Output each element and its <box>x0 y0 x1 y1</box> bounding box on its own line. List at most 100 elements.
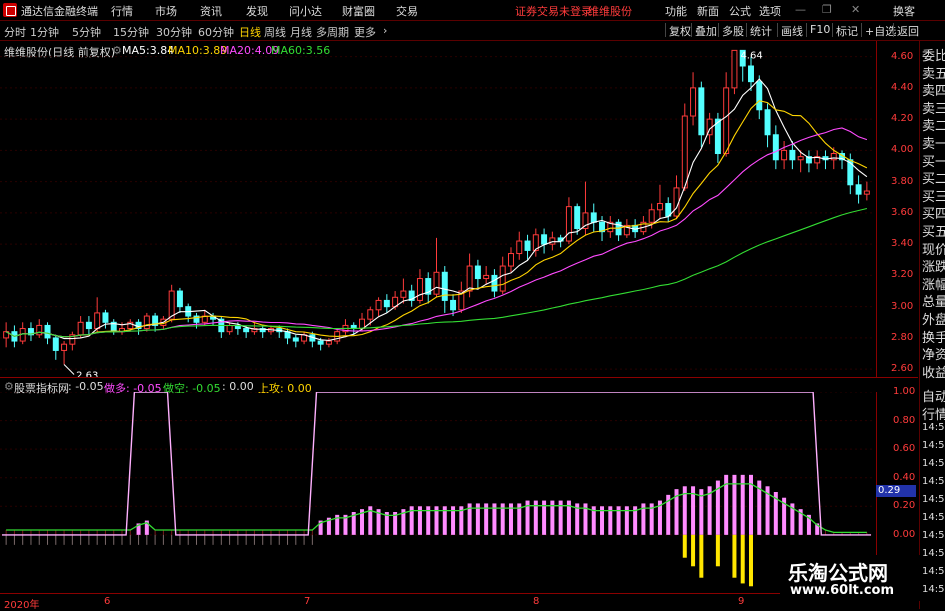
candle-body <box>863 190 870 195</box>
watermark-url: www.60lt.com <box>790 583 895 598</box>
indicator-yellow-bar <box>682 534 687 558</box>
switch-account[interactable]: 换客 <box>893 3 915 19</box>
price-tick-label: 2.80 <box>891 331 914 343</box>
menu-function[interactable]: 功能 <box>665 3 687 19</box>
toolbar-stats[interactable]: 统计 <box>746 23 775 38</box>
quote-field-label: 净资 <box>922 348 945 364</box>
candle-body <box>764 109 771 136</box>
indicator-tick-label: 0.80 <box>893 414 916 426</box>
candle-body <box>656 203 663 211</box>
tick-time-label[interactable]: 行情 <box>922 404 945 423</box>
price-tick-label: 4.40 <box>891 81 914 93</box>
menu-quotes[interactable]: 行情 <box>111 3 133 19</box>
candle-body <box>830 153 837 161</box>
candle-body <box>541 234 548 245</box>
period-multi[interactable]: 多周期 <box>316 24 349 40</box>
close-icon[interactable]: ✕ <box>851 3 860 16</box>
restore-icon[interactable]: ❐ <box>822 3 832 16</box>
menu-ask[interactable]: 问小达 <box>289 3 322 19</box>
candle-body <box>61 343 68 351</box>
candle-body <box>474 265 481 280</box>
candle-body <box>143 315 150 330</box>
chevron-right-icon[interactable]: › <box>383 24 387 37</box>
app-title: 通达信金融终端 <box>21 5 98 18</box>
menu-new-page[interactable]: 新面 <box>697 3 719 19</box>
tick-time-label: 14:50 <box>922 494 945 505</box>
period-intraday[interactable]: 分时 <box>4 24 26 40</box>
indicator-chart[interactable] <box>0 392 875 592</box>
candle-body <box>317 340 324 345</box>
candle-body <box>441 271 448 301</box>
quote-field-label: 卖二 <box>922 119 945 135</box>
period-daily[interactable]: 日线 <box>239 24 261 40</box>
period-monthly[interactable]: 月线 <box>290 24 312 40</box>
quote-field-label: 卖一 <box>922 137 945 152</box>
indicator-value-marker: 0.29 <box>876 485 916 497</box>
candle-body <box>789 149 796 161</box>
quote-field-label: 收益 <box>922 365 945 381</box>
candle-body <box>756 81 763 111</box>
price-tick-label: 4.60 <box>891 50 914 62</box>
toolbar-back[interactable]: 返回 <box>893 23 922 38</box>
menu-options[interactable]: 选项 <box>759 3 781 19</box>
indicator-yellow-bar <box>732 534 737 578</box>
menu-formula[interactable]: 公式 <box>729 3 751 19</box>
toolbar-f10[interactable]: F10 <box>806 23 833 37</box>
candle-body <box>590 212 597 223</box>
indicator-tick-label: 1.00 <box>893 386 916 397</box>
candle-body <box>781 149 788 161</box>
candle-body <box>681 115 688 189</box>
menu-discover[interactable]: 发现 <box>246 3 268 19</box>
indicator-tick-label: 0.60 <box>893 443 916 455</box>
date-label: 9 <box>738 596 745 607</box>
period-30min[interactable]: 30分钟 <box>156 24 192 40</box>
price-tick-label: 3.80 <box>891 175 914 187</box>
candle-body <box>400 290 407 298</box>
toolbar-multi-stock[interactable]: 多股 <box>718 23 747 38</box>
menu-trade[interactable]: 交易 <box>396 3 418 19</box>
menu-wealth[interactable]: 财富圈 <box>342 3 375 19</box>
candle-body <box>731 49 738 89</box>
price-tick-label: 3.00 <box>891 300 914 312</box>
login-alert[interactable]: 证券交易未登录 <box>515 3 592 19</box>
tick-time-label: 14:50 <box>922 512 945 523</box>
toolbar-draw[interactable]: 画线 <box>777 23 806 38</box>
quote-field-label: 卖三 <box>922 101 945 117</box>
menu-news[interactable]: 资讯 <box>200 3 222 19</box>
toolbar-mark[interactable]: 标记 <box>832 23 861 38</box>
indicator-yellow-bar <box>740 534 745 584</box>
ma5-line <box>5 78 868 341</box>
indicator-tick-label: 0.40 <box>893 471 916 483</box>
candle-body <box>36 324 43 336</box>
toolbar-overlay[interactable]: 叠加 <box>691 23 720 38</box>
tick-time-label: 14:50 <box>922 566 945 577</box>
tick-time-label: 14:50 <box>922 440 945 451</box>
candle-body <box>772 134 779 161</box>
price-tick-label: 3.60 <box>891 206 914 218</box>
tick-time-label[interactable]: 自动 <box>922 386 945 405</box>
period-5min[interactable]: 5分钟 <box>72 24 101 40</box>
candle-body <box>85 321 92 330</box>
price-tick-label: 4.20 <box>891 113 914 125</box>
indicator-tick-label: 0.20 <box>893 500 916 512</box>
minimize-icon[interactable]: — <box>795 3 806 16</box>
menu-market[interactable]: 市场 <box>155 3 177 19</box>
quote-field-label: 委比 <box>922 49 945 64</box>
candlestick-chart[interactable]: 4.642.63 <box>0 41 875 377</box>
candle-body <box>176 290 183 308</box>
quote-field-label: 买一 <box>922 154 945 170</box>
date-label: 8 <box>533 596 540 607</box>
quote-field-label: 买二 <box>922 172 945 188</box>
candle-body <box>524 240 531 251</box>
toolbar-adjust[interactable]: 复权 <box>665 23 694 38</box>
period-15min[interactable]: 15分钟 <box>113 24 149 40</box>
tick-time-label: 14:50 <box>922 476 945 487</box>
candle-body <box>44 324 51 339</box>
period-1min[interactable]: 1分钟 <box>30 24 59 40</box>
quote-field-label: 外盘 <box>922 313 945 328</box>
period-more[interactable]: 更多 <box>354 24 376 40</box>
period-weekly[interactable]: 周线 <box>264 24 286 40</box>
quote-field-label: 总量 <box>922 295 945 311</box>
period-60min[interactable]: 60分钟 <box>198 24 234 40</box>
price-tick-label: 2.60 <box>891 363 914 375</box>
